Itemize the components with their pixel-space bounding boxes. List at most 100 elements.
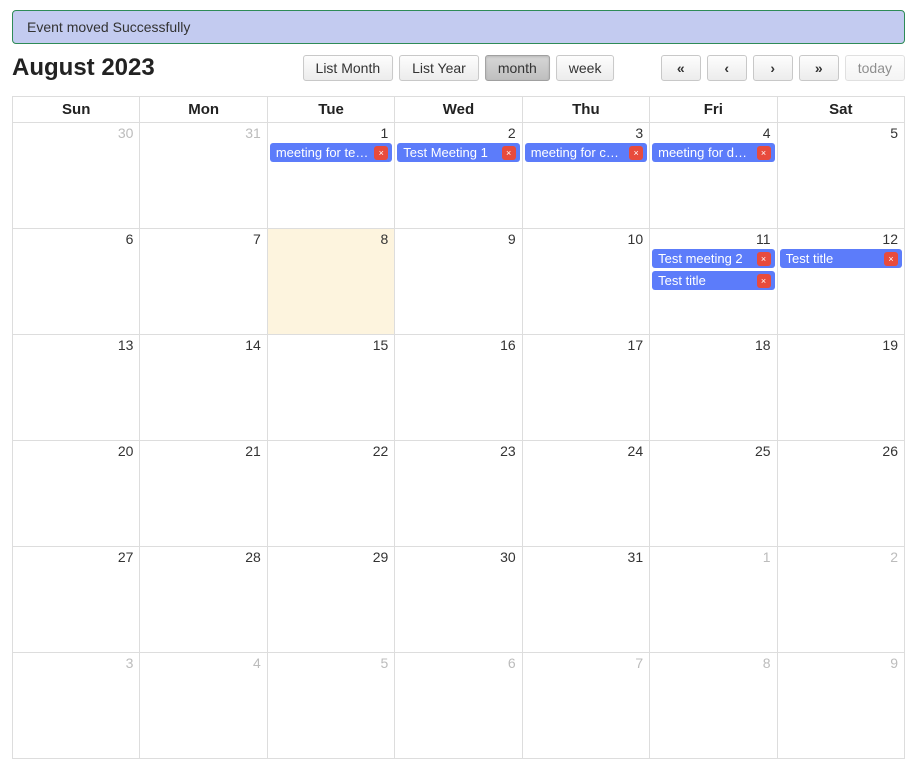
calendar-day-cell[interactable]: 20 xyxy=(13,441,140,547)
calendar-day-cell[interactable]: 6 xyxy=(395,653,522,759)
chevron-double-right-icon: » xyxy=(815,60,823,76)
nav-buttons: « ‹ › » today xyxy=(661,55,905,81)
day-number: 12 xyxy=(778,229,904,247)
calendar-day-cell[interactable]: 8 xyxy=(650,653,777,759)
day-header: Fri xyxy=(650,97,777,123)
calendar-day-cell[interactable]: 25 xyxy=(650,441,777,547)
day-header: Wed xyxy=(395,97,522,123)
calendar-day-cell[interactable]: 2Test Meeting 1× xyxy=(395,123,522,229)
calendar-day-cell[interactable]: 5 xyxy=(267,653,394,759)
calendar-day-cell[interactable]: 10 xyxy=(522,229,649,335)
calendar-day-cell[interactable]: 18 xyxy=(650,335,777,441)
calendar-day-cell[interactable]: 30 xyxy=(13,123,140,229)
close-icon[interactable]: × xyxy=(757,252,771,266)
calendar-event[interactable]: Test meeting 2 × xyxy=(652,249,774,268)
day-header: Mon xyxy=(140,97,267,123)
calendar-event[interactable]: Test title× xyxy=(780,249,902,268)
calendar-day-cell[interactable]: 21 xyxy=(140,441,267,547)
day-number: 4 xyxy=(650,123,776,141)
calendar-day-cell[interactable]: 31 xyxy=(522,547,649,653)
event-title: meeting for testing xyxy=(276,145,370,160)
calendar-day-cell[interactable]: 9 xyxy=(395,229,522,335)
calendar-day-cell[interactable]: 11Test meeting 2×Test title× xyxy=(650,229,777,335)
calendar-day-cell[interactable]: 9 xyxy=(777,653,904,759)
calendar-day-cell[interactable]: 3 xyxy=(13,653,140,759)
calendar-event[interactable]: Test title× xyxy=(652,271,774,290)
day-number: 1 xyxy=(268,123,394,141)
calendar-day-cell[interactable]: 7 xyxy=(140,229,267,335)
calendar-day-cell[interactable]: 7 xyxy=(522,653,649,759)
close-icon[interactable]: × xyxy=(629,146,643,160)
day-number: 2 xyxy=(778,547,904,565)
events-container: Test meeting 2×Test title× xyxy=(650,249,776,290)
day-number: 8 xyxy=(268,229,394,247)
close-icon[interactable]: × xyxy=(757,274,771,288)
close-icon[interactable]: × xyxy=(757,146,771,160)
calendar-week: 67891011Test meeting 2×Test title×12Test… xyxy=(13,229,905,335)
next-year-button[interactable]: » xyxy=(799,55,839,81)
view-week-button[interactable]: week xyxy=(556,55,615,81)
calendar-day-cell[interactable]: 6 xyxy=(13,229,140,335)
day-number: 7 xyxy=(523,653,649,671)
calendar-day-cell[interactable]: 27 xyxy=(13,547,140,653)
calendar-day-cell[interactable]: 1 xyxy=(650,547,777,653)
day-number: 21 xyxy=(140,441,266,459)
calendar-day-cell[interactable]: 8 xyxy=(267,229,394,335)
calendar-day-cell[interactable]: 4 xyxy=(140,653,267,759)
day-number: 11 xyxy=(650,229,776,247)
calendar-day-cell[interactable]: 16 xyxy=(395,335,522,441)
day-number: 13 xyxy=(13,335,139,353)
day-number: 27 xyxy=(13,547,139,565)
day-number: 20 xyxy=(13,441,139,459)
calendar-day-cell[interactable]: 28 xyxy=(140,547,267,653)
chevron-right-icon: › xyxy=(770,60,775,76)
day-number: 29 xyxy=(268,547,394,565)
close-icon[interactable]: × xyxy=(374,146,388,160)
day-number: 6 xyxy=(13,229,139,247)
prev-year-button[interactable]: « xyxy=(661,55,701,81)
today-button[interactable]: today xyxy=(845,55,905,81)
calendar-day-cell[interactable]: 14 xyxy=(140,335,267,441)
calendar-day-cell[interactable]: 1 meeting for testing × xyxy=(267,123,394,229)
day-header-row: SunMonTueWedThuFriSat xyxy=(13,97,905,123)
calendar-day-cell[interactable]: 29 xyxy=(267,547,394,653)
calendar-day-cell[interactable]: 2 xyxy=(777,547,904,653)
calendar-day-cell[interactable]: 19 xyxy=(777,335,904,441)
calendar-day-cell[interactable]: 17 xyxy=(522,335,649,441)
view-list-year-button[interactable]: List Year xyxy=(399,55,479,81)
calendar-day-cell[interactable]: 23 xyxy=(395,441,522,547)
calendar-day-cell[interactable]: 13 xyxy=(13,335,140,441)
calendar-grid: SunMonTueWedThuFriSat 30311meeting for t… xyxy=(12,96,905,759)
calendar-day-cell[interactable]: 26 xyxy=(777,441,904,547)
event-title: Test meeting 2 xyxy=(658,251,752,266)
day-header: Sun xyxy=(13,97,140,123)
calendar-day-cell[interactable]: 12 Test title× xyxy=(777,229,904,335)
day-number: 1 xyxy=(650,547,776,565)
close-icon[interactable]: × xyxy=(502,146,516,160)
view-list-month-button[interactable]: List Month xyxy=(303,55,394,81)
events-container: Test title× xyxy=(778,249,904,268)
day-number: 8 xyxy=(650,653,776,671)
close-icon[interactable]: × xyxy=(884,252,898,266)
calendar-day-cell[interactable]: 4 meeting for deployment× xyxy=(650,123,777,229)
calendar-event[interactable]: meeting for testing × xyxy=(270,143,392,162)
day-number: 9 xyxy=(778,653,904,671)
calendar-day-cell[interactable]: 24 xyxy=(522,441,649,547)
view-month-button[interactable]: month xyxy=(485,55,550,81)
next-month-button[interactable]: › xyxy=(753,55,793,81)
day-header: Tue xyxy=(267,97,394,123)
calendar-day-cell[interactable]: 3meeting for changes× xyxy=(522,123,649,229)
calendar-day-cell[interactable]: 15 xyxy=(267,335,394,441)
calendar-week: 30311meeting for testing×2Test Meeting 1… xyxy=(13,123,905,229)
calendar-day-cell[interactable]: 5 xyxy=(777,123,904,229)
prev-month-button[interactable]: ‹ xyxy=(707,55,747,81)
calendar-day-cell[interactable]: 31 xyxy=(140,123,267,229)
calendar-day-cell[interactable]: 22 xyxy=(267,441,394,547)
calendar-event[interactable]: Test Meeting 1× xyxy=(397,143,519,162)
calendar-event[interactable]: meeting for changes× xyxy=(525,143,647,162)
day-number: 4 xyxy=(140,653,266,671)
day-number: 22 xyxy=(268,441,394,459)
page-title: August 2023 xyxy=(12,54,155,82)
calendar-day-cell[interactable]: 30 xyxy=(395,547,522,653)
calendar-event[interactable]: meeting for deployment× xyxy=(652,143,774,162)
